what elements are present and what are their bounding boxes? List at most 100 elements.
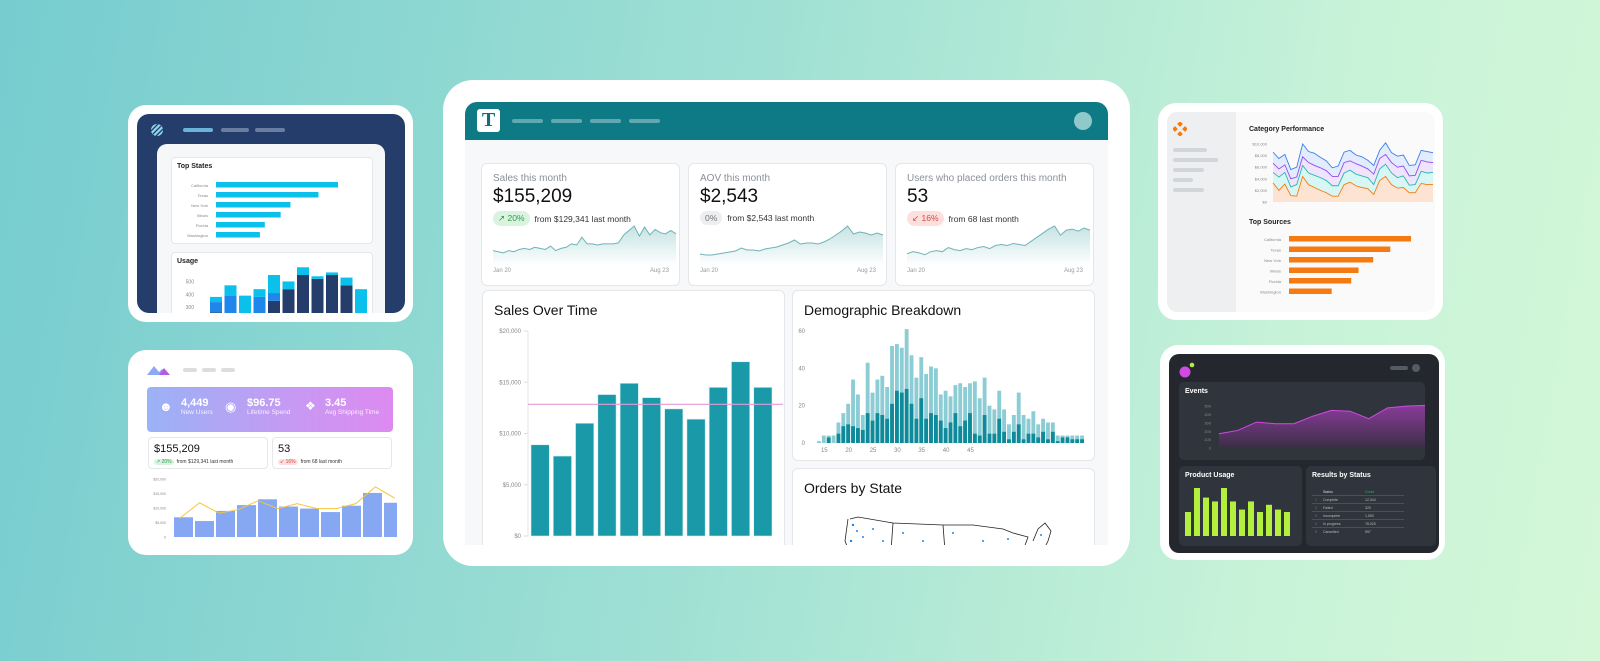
usage-chart: 500400300200 <box>186 267 367 313</box>
y-tick-label: 20 <box>798 404 805 410</box>
table-row[interactable]: 3 Incomplete 1,593 <box>1312 511 1404 520</box>
bar <box>1194 488 1200 536</box>
x-tick-label: 30 <box>894 448 901 454</box>
sidebar-item[interactable] <box>1173 168 1204 172</box>
nav-item[interactable] <box>221 368 235 372</box>
sparkline-end-label: Aug 23 <box>1063 268 1083 274</box>
nav-item[interactable] <box>183 128 213 132</box>
table-cell: 597 <box>1362 527 1404 535</box>
bar <box>1203 497 1209 536</box>
bar <box>342 505 361 537</box>
bar <box>384 502 397 537</box>
stack-segment <box>239 295 251 313</box>
table-cell: 1 <box>1312 495 1320 504</box>
top-states-chart: California Texas New York Illinois Florida Wa… <box>187 182 338 238</box>
table-row[interactable]: 5 Cancelled 597 <box>1312 527 1404 535</box>
kpi-card: 53 ↙ 16% from 68 last month <box>272 437 392 469</box>
dashboard-window: Events 500 400 300 200 100 0 Product Usage Re… <box>1169 354 1439 553</box>
y-tick-label: $15,000 <box>153 492 166 496</box>
nav-item[interactable] <box>590 119 621 123</box>
bar <box>1248 501 1254 536</box>
bar-label: Washington <box>187 233 208 238</box>
nav-item[interactable] <box>512 119 543 123</box>
main-dashboard-preview: T Sales this month $155,209 ↗ 20% from $1… <box>443 80 1130 566</box>
bar-label: California <box>1264 237 1282 242</box>
bar <box>1212 501 1218 536</box>
top-states-card: Top States California Texas New York Illino… <box>171 157 373 244</box>
bar-subset <box>865 413 870 443</box>
sidebar-item[interactable] <box>1173 178 1193 182</box>
sidebar-item[interactable] <box>1173 148 1207 152</box>
panel-title: Events <box>1185 388 1208 395</box>
bar-label: California <box>191 183 209 188</box>
category-dashboard-preview: Category Performance $10,000 $8,000 $6,000… <box>1158 103 1443 320</box>
events-chart: 500 400 300 200 100 0 <box>1204 404 1425 451</box>
stat-value: 4,449 <box>181 397 209 409</box>
dashboard-window: Top States California Texas New York Illino… <box>137 114 405 313</box>
nav-item[interactable] <box>1390 366 1408 370</box>
shipping-icon: ❖ <box>305 399 316 413</box>
product-usage-panel: Product Usage <box>1179 466 1302 546</box>
nav-item[interactable] <box>202 368 216 372</box>
kpi-value: 53 <box>907 186 929 207</box>
sparkline-start-label: Jan 20 <box>493 268 512 274</box>
trend-badge: ↙ 16% <box>278 459 298 465</box>
bar-total <box>1021 415 1026 443</box>
stack-segment <box>326 272 338 275</box>
kpi-title: Users who placed orders this month <box>907 173 1067 184</box>
nav-item[interactable] <box>629 119 660 123</box>
column-header: Count <box>1365 489 1375 494</box>
table-cell: Failed <box>1320 503 1362 512</box>
bar-subset <box>1026 433 1031 443</box>
bar-subset <box>846 424 851 443</box>
bar-subset <box>1080 439 1084 443</box>
user-avatar[interactable] <box>1074 112 1092 130</box>
nav-item[interactable] <box>221 128 249 132</box>
bar-subset <box>943 428 948 443</box>
sales-combo-chart: $20,000 $15,000 $10,000 $5,000 0 <box>153 478 397 540</box>
bar <box>363 492 382 537</box>
panel-title: Demographic Breakdown <box>804 302 962 318</box>
y-tick-label: 200 <box>1204 429 1211 434</box>
demographic-panel: Demographic Breakdown 60 40 20 0 15 20 25 30 35 4… <box>792 290 1095 461</box>
table-row[interactable]: 1 Complete 12,344 <box>1312 495 1404 504</box>
stat-value: $96.75 <box>247 397 281 409</box>
sidebar-item[interactable] <box>1173 158 1218 162</box>
bar-subset <box>924 418 929 443</box>
nav-item[interactable] <box>255 128 285 132</box>
table-row[interactable]: 4 In progress 78,025 <box>1312 519 1404 528</box>
bar-subset <box>890 403 894 443</box>
user-avatar[interactable] <box>1412 364 1420 372</box>
kpi-value: $155,209 <box>493 186 573 207</box>
stack-segment <box>224 295 237 313</box>
users-icon: ☻ <box>159 399 173 414</box>
nav-item[interactable] <box>551 119 582 123</box>
y-tick-label: 400 <box>1204 412 1211 417</box>
sidebar-item[interactable] <box>1173 188 1204 192</box>
bar <box>1289 288 1332 294</box>
bar-subset <box>860 429 865 443</box>
table-cell: 1,593 <box>1362 511 1404 520</box>
bar-subset <box>1041 431 1046 443</box>
stack-segment <box>268 300 280 313</box>
bar <box>552 455 572 537</box>
bar <box>686 418 706 537</box>
y-tick-label: $20,000 <box>499 329 521 335</box>
bar-subset <box>977 435 982 443</box>
table-cell: 320 <box>1362 503 1404 512</box>
piggy-bank-icon: ◉ <box>225 399 237 414</box>
bar-subset <box>1021 439 1026 443</box>
bar <box>1289 257 1374 263</box>
bar-subset <box>1031 433 1036 443</box>
usage-card: Usage 500 400 300 200 <box>171 252 373 313</box>
nav-item[interactable] <box>183 368 197 372</box>
table-row[interactable]: 2 Failed 320 <box>1312 503 1404 512</box>
summary-banner: ☻ 4,449 New Users ◉ $96.75 Lifetime Spend … <box>147 387 393 432</box>
us-map[interactable] <box>833 511 1063 545</box>
sparkline-end-label: Aug 23 <box>856 268 876 274</box>
events-area <box>1219 405 1425 448</box>
bar-label: Washington <box>1260 290 1281 295</box>
stack-segment <box>340 277 353 286</box>
trend-badge: ↗ 20% <box>154 459 174 465</box>
panel-title: Orders by State <box>804 480 903 496</box>
